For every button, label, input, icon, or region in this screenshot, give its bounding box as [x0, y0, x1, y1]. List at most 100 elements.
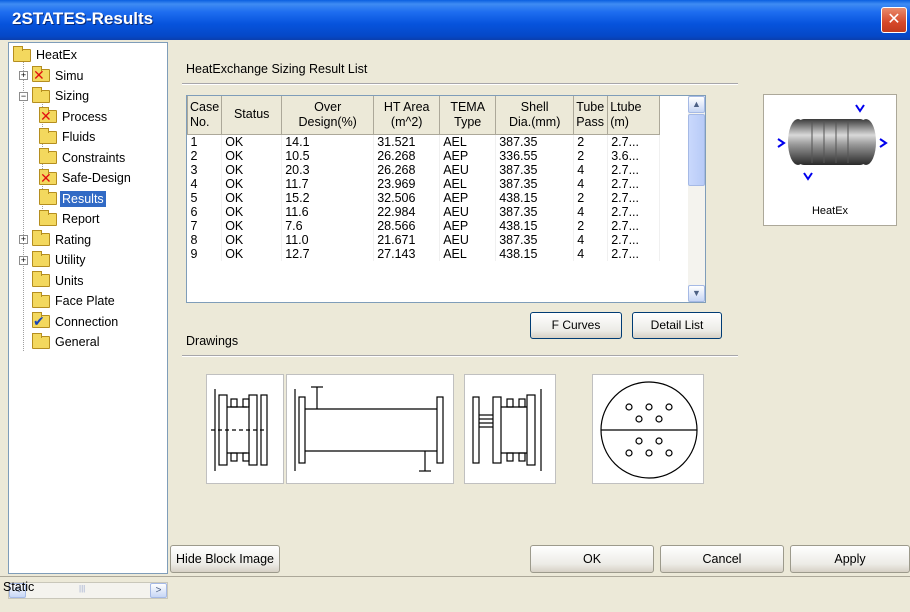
- tree-item-connection[interactable]: ✔ Connection: [19, 312, 120, 332]
- table-cell: 387.35: [495, 204, 575, 219]
- expander-icon[interactable]: +: [19, 235, 28, 244]
- front-head-drawing: [206, 374, 284, 484]
- tree-item-label: Results: [60, 190, 106, 207]
- tree-item-sizing[interactable]: − Sizing: [19, 86, 91, 106]
- block-image-caption: HeatEx: [811, 205, 849, 217]
- table-cell: 1: [187, 134, 223, 149]
- table-cell: OK: [221, 176, 283, 191]
- tree-item-results[interactable]: Results: [39, 189, 106, 209]
- heat-exchanger-icon: [777, 104, 888, 181]
- table-row[interactable]: 1 OK 14.1 31.521 AEL 387.35 2 2.7...: [187, 134, 661, 149]
- column-header-line1: TEMA: [450, 99, 486, 114]
- table-cell: 2.7...: [607, 176, 661, 191]
- table-cell: OK: [221, 246, 283, 261]
- tree-item-label: Units: [55, 273, 84, 288]
- f-curves-button[interactable]: F Curves: [530, 312, 622, 339]
- tree-item-safe-design[interactable]: ✕ Safe-Design: [39, 168, 133, 188]
- table-cell: 28.566: [373, 218, 441, 233]
- column-header[interactable]: TEMA Type: [439, 96, 497, 135]
- table-cell: 21.671: [373, 232, 441, 247]
- tree-item-utility[interactable]: + Utility: [19, 250, 88, 270]
- table-cell: 387.35: [495, 162, 575, 177]
- table-cell: AEU: [439, 232, 497, 247]
- tree-item-general[interactable]: General: [19, 332, 101, 352]
- table-row[interactable]: 8 OK 11.0 21.671 AEU 387.35 4 2.7...: [187, 232, 661, 247]
- column-header-line2: No.: [190, 114, 210, 129]
- table-cell: OK: [221, 162, 283, 177]
- column-header[interactable]: Status: [221, 96, 283, 135]
- results-page: HeatExchange Sizing Result List Case No. S…: [170, 42, 910, 532]
- table-cell: 32.506: [373, 190, 441, 205]
- expander-icon[interactable]: +: [19, 255, 28, 265]
- table-cell: AEL: [439, 134, 497, 149]
- tree-item-process[interactable]: ✕ Process: [39, 107, 109, 127]
- close-button[interactable]: ✕: [881, 7, 907, 33]
- table-row[interactable]: 4 OK 11.7 23.969 AEL 387.35 4 2.7...: [187, 176, 661, 191]
- tube-layout-drawing: [592, 374, 704, 484]
- results-grid[interactable]: Case No. Status Over Design(%) HT Area (m^2) TE…: [186, 95, 706, 303]
- table-cell: 2: [187, 148, 223, 163]
- tree-item-label: Utility: [55, 253, 86, 267]
- tree-item-heatex[interactable]: HeatEx: [13, 45, 79, 65]
- tree-item-fluids[interactable]: Fluids: [39, 127, 97, 147]
- ok-button[interactable]: OK: [530, 545, 654, 573]
- folder-icon: [32, 291, 50, 308]
- status-bar: Static: [0, 576, 910, 612]
- column-header[interactable]: Tube Pass: [573, 96, 609, 135]
- tree-item-units[interactable]: Units: [19, 271, 85, 291]
- rear-head-drawing: [464, 374, 556, 484]
- apply-button[interactable]: Apply: [790, 545, 910, 573]
- tree-item-simu[interactable]: + ✕ Simu: [19, 66, 85, 86]
- tree-item-face-plate[interactable]: Face Plate: [19, 291, 117, 311]
- navigation-tree[interactable]: HeatEx + ✕ Simu − Sizing ✕ Process Fluids Constra…: [8, 42, 168, 574]
- table-cell: 7: [187, 218, 223, 233]
- table-cell: 2.7...: [607, 134, 661, 149]
- tree-item-rating[interactable]: + Rating: [19, 230, 93, 250]
- table-cell: AEU: [439, 162, 497, 177]
- column-header[interactable]: Case No.: [187, 96, 223, 135]
- results-section-title: HeatExchange Sizing Result List: [186, 62, 368, 76]
- check-mark-icon: ✔: [33, 313, 45, 329]
- tree-item-report[interactable]: Report: [39, 209, 102, 229]
- column-header[interactable]: Shell Dia.(mm): [495, 96, 575, 135]
- scroll-down-button[interactable]: ▼: [688, 285, 705, 302]
- column-header-line1: HT Area: [383, 99, 430, 114]
- tree-item-label: Simu: [55, 68, 84, 83]
- scroll-up-button[interactable]: ▲: [688, 96, 705, 113]
- folder-icon: ✕: [32, 66, 50, 82]
- column-header[interactable]: Over Design(%): [281, 96, 375, 135]
- table-cell: 14.1: [281, 134, 375, 149]
- table-cell: 23.969: [373, 176, 441, 191]
- table-cell: 387.35: [495, 134, 575, 149]
- grid-vertical-scrollbar[interactable]: ▲ ▼: [688, 96, 705, 302]
- expander-icon[interactable]: +: [19, 71, 28, 80]
- tree-item-label: General: [55, 335, 100, 349]
- tree-item-constraints[interactable]: Constraints: [39, 148, 127, 168]
- column-header-line1: Tube: [576, 99, 605, 114]
- dialog-body: HeatEx + ✕ Simu − Sizing ✕ Process Fluids Constra…: [0, 40, 910, 612]
- table-row[interactable]: 2 OK 10.5 26.268 AEP 336.55 2 3.6...: [187, 148, 661, 163]
- table-row[interactable]: 6 OK 11.6 22.984 AEU 387.35 4 2.7...: [187, 204, 661, 219]
- table-cell: 2.7...: [607, 162, 661, 177]
- column-header[interactable]: Ltube (m): [607, 96, 661, 135]
- detail-list-button[interactable]: Detail List: [632, 312, 722, 339]
- tree-item-label: Sizing: [55, 89, 90, 103]
- column-header[interactable]: HT Area (m^2): [373, 96, 441, 135]
- expander-icon[interactable]: −: [19, 91, 28, 101]
- table-row[interactable]: 9 OK 12.7 27.143 AEL 438.15 4 2.7...: [187, 246, 661, 261]
- table-row[interactable]: 3 OK 20.3 26.268 AEU 387.35 4 2.7...: [187, 162, 661, 177]
- block-image-panel: HeatEx: [763, 94, 897, 226]
- folder-icon: [39, 209, 57, 226]
- results-table: Case No. Status Over Design(%) HT Area (m^2) TE…: [187, 96, 661, 261]
- table-cell: AEP: [439, 190, 497, 205]
- hide-block-image-button[interactable]: Hide Block Image: [170, 545, 280, 573]
- table-row[interactable]: 7 OK 7.6 28.566 AEP 438.15 2 2.7...: [187, 218, 661, 233]
- table-cell: 3.6...: [607, 148, 661, 163]
- table-cell: 2: [573, 190, 609, 205]
- table-row[interactable]: 5 OK 15.2 32.506 AEP 438.15 2 2.7...: [187, 190, 661, 205]
- cancel-button[interactable]: Cancel: [660, 545, 784, 573]
- error-x-icon: ✕: [40, 169, 52, 186]
- table-cell: 27.143: [373, 246, 441, 261]
- tree-item-label: Report: [62, 212, 100, 226]
- scroll-thumb[interactable]: [688, 114, 705, 186]
